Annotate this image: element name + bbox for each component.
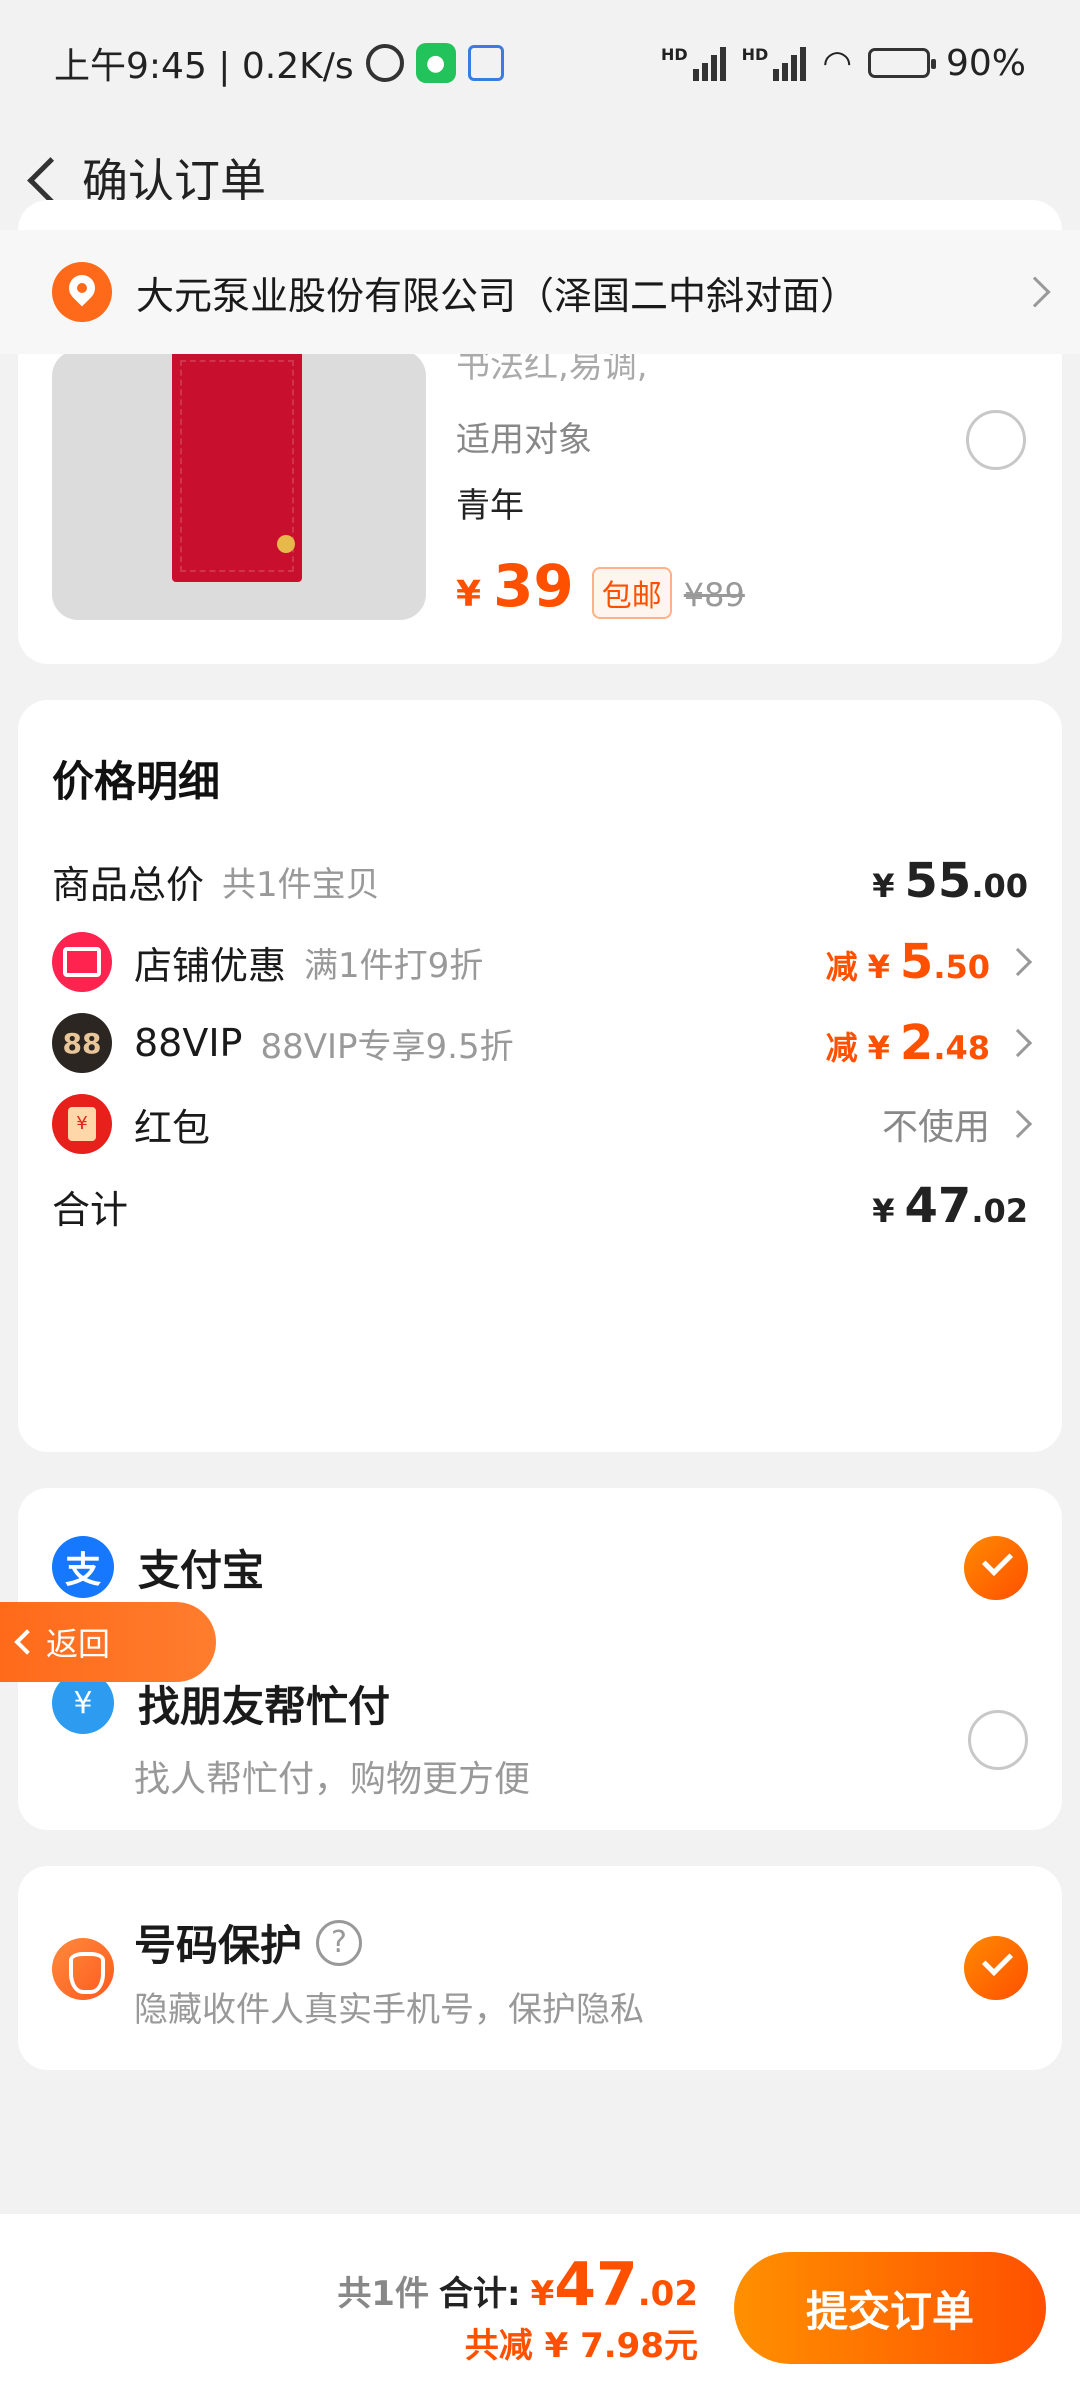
chevron-right-icon [1003,1109,1033,1139]
hongbao-value: 不使用 [881,1107,990,1148]
price-breakdown-card: 价格明细 商品总价 共1件宝贝 ¥ 55 .00 店铺优惠 满1件打9折 减 ¥… [18,700,1062,1452]
product-price: 39 [493,552,574,620]
vip-label: 88VIP [134,1021,243,1065]
submit-order-button[interactable]: 提交订单 [734,2252,1046,2364]
total-row: 合计 ¥ 47 .02 [18,1156,1062,1256]
chevron-right-icon [1003,1028,1033,1058]
88vip-icon: 88 [52,1013,112,1073]
alipay-label: 支付宝 [138,1545,265,1595]
currency-symbol: ¥ [872,867,895,905]
signal-icon: HD [661,45,726,81]
location-pin-icon [52,262,112,322]
currency-symbol: ¥ [867,1029,890,1067]
protect-title: 号码保护 [134,1921,303,1970]
price-currency: ¥ [456,574,482,615]
alipay-checkmark[interactable] [964,1536,1028,1600]
total-label: 合计 [52,1187,129,1232]
product-image[interactable] [52,350,426,620]
product-select-radio[interactable] [966,410,1026,470]
alarm-icon [365,44,404,82]
chevron-right-icon [1003,947,1033,977]
chevron-right-icon [1019,276,1051,308]
shop-icon [52,932,112,992]
hongbao-label: 红包 [134,1105,211,1150]
total-int: 47 [904,1178,972,1234]
number-protection-card: 号码保护 ? 隐藏收件人真实手机号，保护隐私 [18,1866,1062,2070]
goods-total-dec: .00 [971,867,1028,905]
vip-discount-dec: .48 [933,1029,990,1067]
protect-checkmark[interactable] [964,1936,1028,2000]
red-packet-icon: ¥ [52,1094,112,1154]
chevron-left-icon [14,1629,40,1655]
phone-shield-icon [52,1938,114,2000]
target-value: 青年 [456,486,524,526]
goods-total-int: 55 [904,853,972,909]
floating-back-label: 返回 [46,1625,111,1663]
goods-count: 共1件宝贝 [222,864,380,905]
saved-amount: 共减 ¥ 7.98元 [464,2326,698,2366]
alipay-icon: 支 [52,1536,114,1598]
alipay-option[interactable]: 支 支付宝 [52,1536,264,1598]
envelope-decoration [277,535,295,553]
currency-symbol: ¥ [872,1192,895,1230]
signal-icon-2: HD [742,45,807,81]
total-int: 47 [554,2250,638,2320]
address-bar[interactable]: 大元泵业股份有限公司（泽国二中斜对面） [0,230,1080,354]
shop-discount-dec: .50 [933,948,990,986]
original-price: ¥89 [683,576,745,614]
free-shipping-badge: 包邮 [591,567,672,619]
address-text: 大元泵业股份有限公司（泽国二中斜对面） [136,273,859,318]
total-label: 合计: [438,2274,521,2314]
bottom-bar: 共1件 合计: ¥47.02 共减 ¥ 7.98元 提交订单 [0,2214,1080,2400]
total-dec: .02 [637,2274,698,2314]
target-label: 适用对象 [456,420,592,460]
battery-level: 90% [945,42,1026,84]
order-summary: 共1件 合计: ¥47.02 [337,2250,698,2320]
currency-symbol: ¥ [867,948,890,986]
status-time: 上午9:45 | 0.2K/s [54,46,354,87]
shop-discount-int: 5 [899,934,934,990]
help-icon[interactable]: ? [316,1919,363,1966]
friend-pay-radio[interactable] [968,1710,1028,1770]
protect-title-row: 号码保护 ? [134,1912,363,1973]
minus-label: 减 [825,1029,858,1067]
shop-discount-rule: 满1件打9折 [304,945,484,986]
total-dec: .02 [971,1192,1028,1230]
protect-description: 隐藏收件人真实手机号，保护隐私 [134,1990,644,2030]
wechat-icon: ● [415,43,456,83]
calendar-icon [467,45,504,81]
shop-discount-label: 店铺优惠 [134,943,287,988]
minus-label: 减 [825,948,858,986]
goods-total-label: 商品总价 [52,862,205,907]
vip-rule: 88VIP专享9.5折 [260,1026,514,1067]
friend-pay-sub: 找人帮忙付，购物更方便 [134,1759,531,1800]
section-title: 价格明细 [52,757,221,806]
vip-discount-int: 2 [899,1015,934,1071]
item-count: 共1件 [337,2274,429,2314]
battery-icon [867,48,936,78]
wifi-icon: ◠ [822,43,852,83]
status-bar: 上午9:45 | 0.2K/s ● HD HD ◠ 90% [0,0,1080,126]
floating-back-button[interactable]: 返回 [0,1602,216,1682]
currency-symbol: ¥ [530,2274,555,2314]
back-icon[interactable] [18,148,68,208]
price-row: ¥ 39 包邮 ¥89 [456,552,745,620]
